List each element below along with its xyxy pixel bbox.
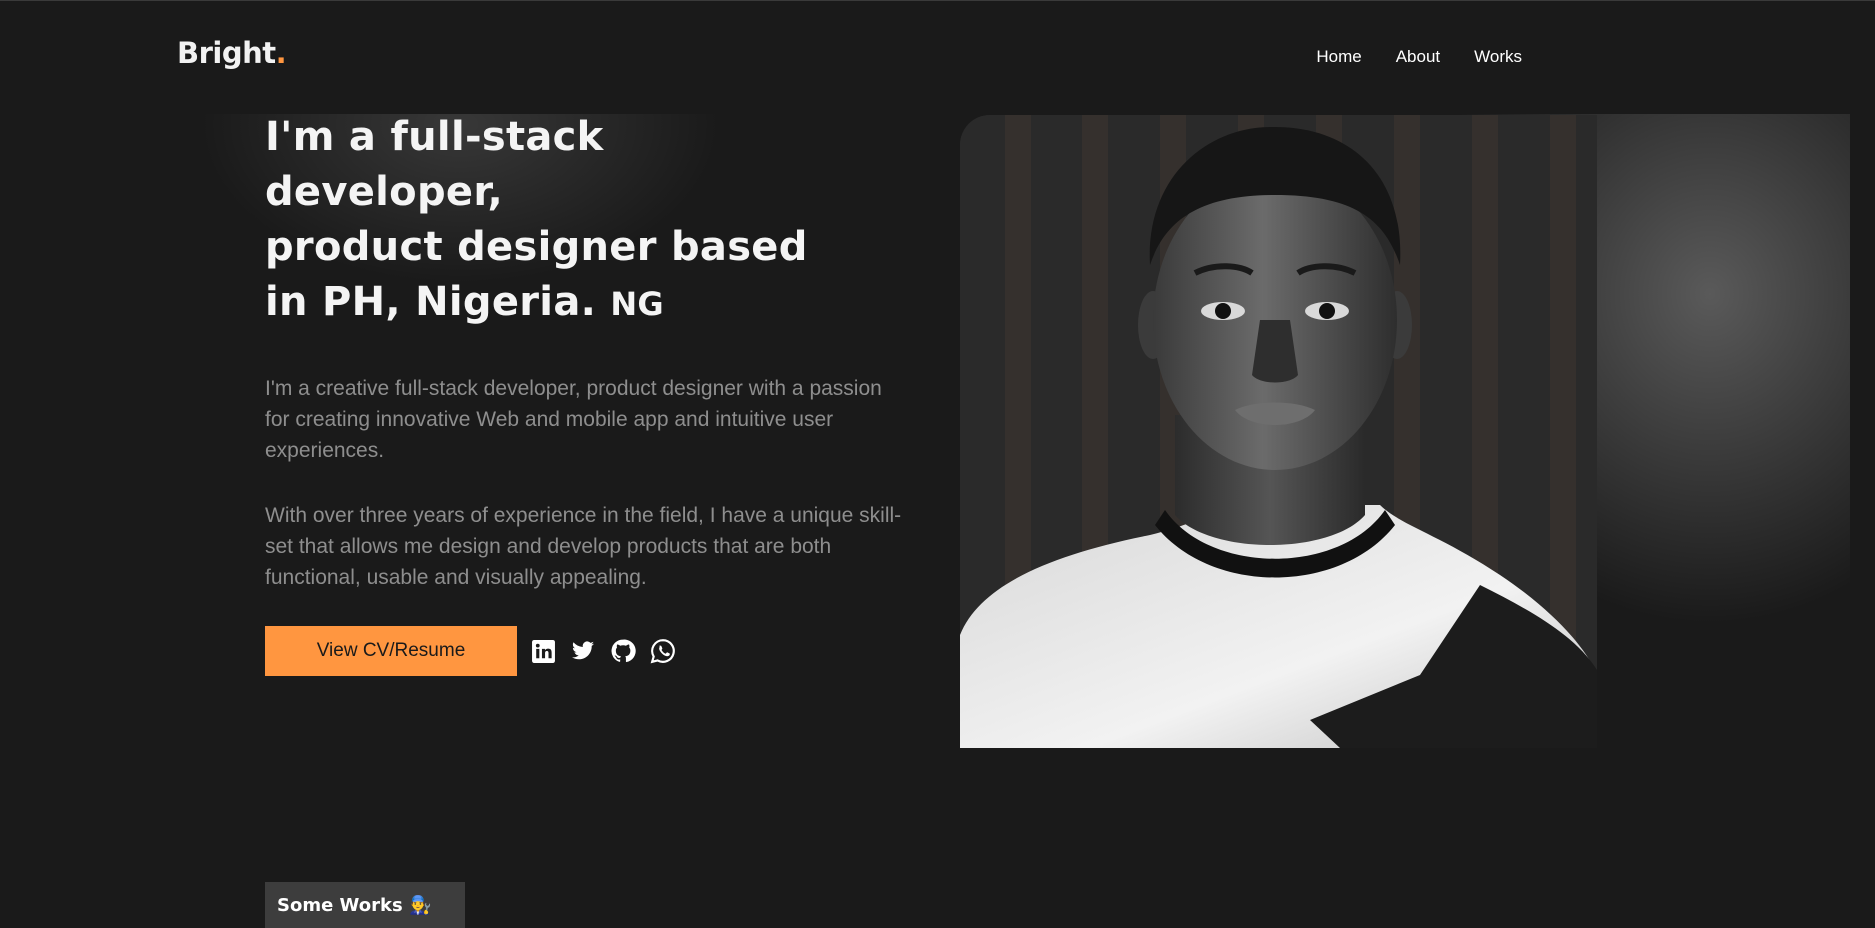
headline-line-1: I'm a full-stack — [265, 114, 604, 160]
whatsapp-icon[interactable] — [650, 638, 676, 664]
profile-photo-illustration — [960, 115, 1597, 748]
headline-line-4-text: in PH, Nigeria. — [265, 279, 597, 325]
nigeria-flag-icon: NG — [610, 285, 664, 323]
nav-works-link[interactable]: Works — [1474, 47, 1522, 67]
headline-line-3: product designer based — [265, 224, 808, 270]
linkedin-icon[interactable] — [530, 638, 556, 664]
some-works-heading: Some Works 👨‍🔧 — [265, 882, 465, 928]
headline-line-2: developer, — [265, 169, 503, 215]
github-icon[interactable] — [610, 638, 636, 664]
logo-dot: . — [275, 36, 287, 70]
nav-about-link[interactable]: About — [1396, 47, 1440, 67]
profile-photo — [960, 115, 1597, 748]
top-border — [0, 0, 1875, 1]
intro-paragraph: I'm a creative full-stack developer, pro… — [265, 377, 882, 462]
hero-headline: I'm a full-stack developer, product desi… — [265, 110, 915, 332]
headline-line-4: in PH, Nigeria. NG — [265, 275, 915, 332]
logo-text: Bright — [177, 36, 276, 70]
nav-home-link[interactable]: Home — [1316, 47, 1361, 67]
experience-paragraph: With over three years of experience in t… — [265, 504, 902, 589]
view-cv-button[interactable]: View CV/Resume — [265, 626, 517, 676]
main-nav: Home About Works — [1316, 47, 1522, 67]
twitter-icon[interactable] — [570, 638, 596, 664]
social-links — [530, 638, 676, 664]
logo[interactable]: Bright. — [177, 36, 287, 70]
